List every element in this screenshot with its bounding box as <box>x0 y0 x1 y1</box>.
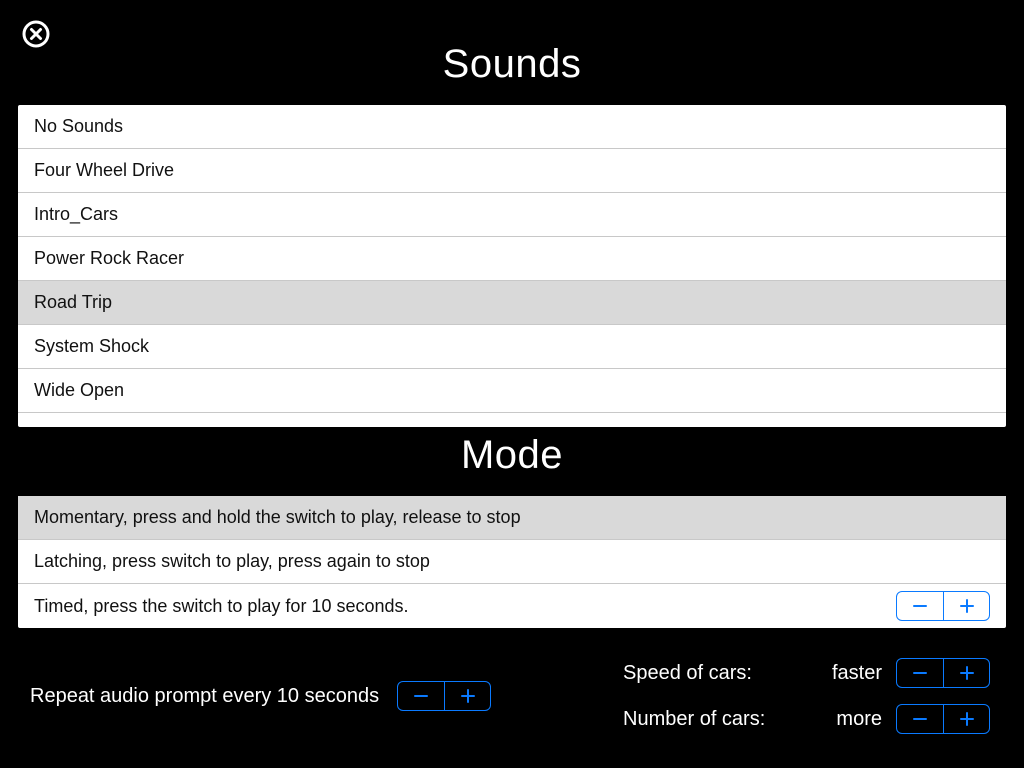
mode-row-label: Momentary, press and hold the switch to … <box>34 507 521 528</box>
speed-value: faster <box>822 662 882 685</box>
sounds-row[interactable]: System Shock <box>18 325 1006 369</box>
bottom-controls: Repeat audio prompt every 10 seconds Spe… <box>30 658 990 734</box>
repeat-decrement-button[interactable] <box>398 682 444 710</box>
number-control: Number of cars: more <box>623 704 990 734</box>
mode-row-label: Timed, press the switch to play for 10 s… <box>34 596 409 617</box>
plus-icon <box>958 597 976 615</box>
mode-list: Momentary, press and hold the switch to … <box>18 496 1006 628</box>
repeat-increment-button[interactable] <box>444 682 490 710</box>
sounds-row[interactable]: Four Wheel Drive <box>18 149 1006 193</box>
plus-icon <box>958 664 976 682</box>
sounds-row-label: Four Wheel Drive <box>34 160 174 181</box>
repeat-label: Repeat audio prompt every 10 seconds <box>30 685 379 708</box>
minus-icon <box>412 687 430 705</box>
sounds-row-label: Wide Open <box>34 380 124 401</box>
mode-row[interactable]: Momentary, press and hold the switch to … <box>18 496 1006 540</box>
minus-icon <box>911 597 929 615</box>
speed-control: Speed of cars: faster <box>623 658 990 688</box>
minus-icon <box>911 710 929 728</box>
timed-increment-button[interactable] <box>943 592 989 620</box>
timed-decrement-button[interactable] <box>897 592 943 620</box>
sounds-list: No Sounds Four Wheel Drive Intro_Cars Power… <box>18 105 1006 427</box>
speed-increment-button[interactable] <box>943 659 989 687</box>
sounds-row[interactable]: Wide Open <box>18 369 1006 413</box>
mode-row[interactable]: Latching, press switch to play, press ag… <box>18 540 1006 584</box>
sounds-heading: Sounds <box>0 42 1024 87</box>
sounds-row-label: Power Rock Racer <box>34 248 184 269</box>
plus-icon <box>958 710 976 728</box>
sounds-row-label: No Sounds <box>34 116 123 137</box>
close-icon <box>22 20 50 48</box>
mode-row-label: Latching, press switch to play, press ag… <box>34 551 430 572</box>
mode-heading: Mode <box>0 433 1024 478</box>
number-label: Number of cars: <box>623 708 808 731</box>
minus-icon <box>911 664 929 682</box>
number-increment-button[interactable] <box>943 705 989 733</box>
close-button[interactable] <box>22 20 50 48</box>
sounds-row[interactable]: No Sounds <box>18 105 1006 149</box>
sounds-row-label: Road Trip <box>34 292 112 313</box>
speed-decrement-button[interactable] <box>897 659 943 687</box>
repeat-control: Repeat audio prompt every 10 seconds <box>30 658 491 734</box>
timed-stepper <box>896 591 990 621</box>
sounds-row-label: Intro_Cars <box>34 204 118 225</box>
sounds-row[interactable]: Road Trip <box>18 281 1006 325</box>
mode-row[interactable]: Timed, press the switch to play for 10 s… <box>18 584 1006 628</box>
speed-stepper <box>896 658 990 688</box>
plus-icon <box>459 687 477 705</box>
repeat-stepper <box>397 681 491 711</box>
right-controls: Speed of cars: faster Number of cars: mo… <box>623 658 990 734</box>
sounds-row[interactable]: Intro_Cars <box>18 193 1006 237</box>
sounds-row-label: System Shock <box>34 336 149 357</box>
number-value: more <box>822 708 882 731</box>
sounds-row[interactable]: Power Rock Racer <box>18 237 1006 281</box>
number-stepper <box>896 704 990 734</box>
number-decrement-button[interactable] <box>897 705 943 733</box>
speed-label: Speed of cars: <box>623 662 808 685</box>
